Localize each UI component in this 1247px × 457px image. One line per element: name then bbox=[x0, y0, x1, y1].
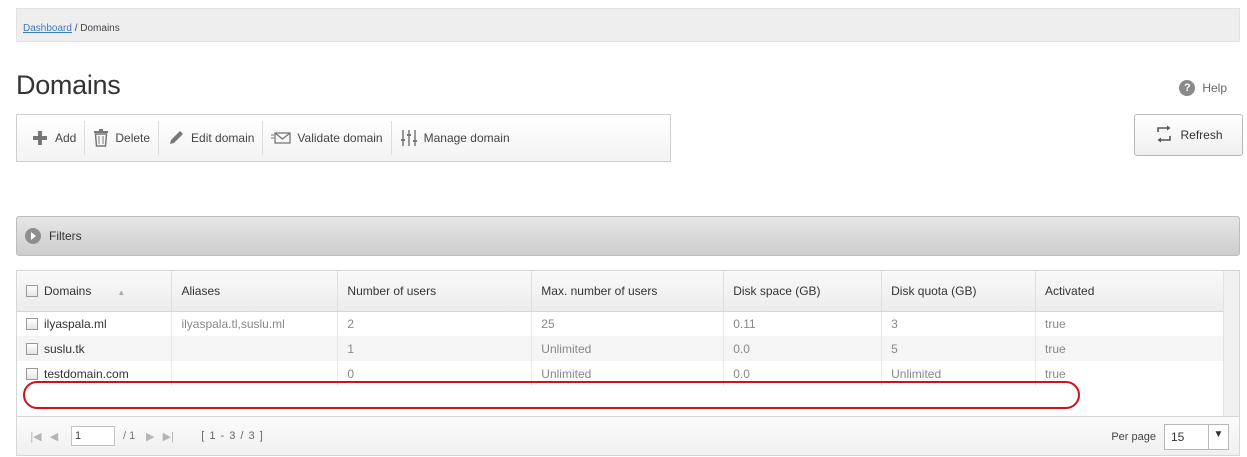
delete-button[interactable]: Delete bbox=[85, 121, 160, 155]
cell-disk-space: 0.0 bbox=[723, 336, 883, 361]
row-highlight-annotation bbox=[23, 381, 1080, 409]
cell-number-of-users: 1 bbox=[337, 336, 533, 361]
manage-domain-button[interactable]: Manage domain bbox=[392, 121, 518, 155]
filters-panel-toggle[interactable]: Filters bbox=[16, 216, 1240, 256]
edit-domain-label: Edit domain bbox=[191, 131, 255, 145]
per-page-select[interactable]: 15 ▼ bbox=[1164, 424, 1229, 450]
pagination-bar: |◀ ◀ 1 / 1 ▶ ▶| [ 1 - 3 / 3 ] Per page 1… bbox=[16, 416, 1240, 456]
validate-domain-button[interactable]: Validate domain bbox=[263, 121, 392, 155]
page-title: Domains bbox=[16, 70, 121, 100]
pencil-icon bbox=[167, 129, 185, 147]
cell-disk-quota: 3 bbox=[881, 311, 1037, 336]
cell-activated: true bbox=[1035, 311, 1224, 336]
cell-domain: ilyaspala.ml bbox=[17, 311, 173, 336]
next-page-icon[interactable]: ▶ bbox=[141, 430, 159, 443]
cell-disk-quota: 5 bbox=[881, 336, 1037, 361]
select-all-checkbox[interactable] bbox=[26, 284, 38, 297]
cell-max-users: 25 bbox=[531, 311, 725, 336]
column-header-aliases[interactable]: Aliases bbox=[171, 271, 339, 312]
help-link[interactable]: ? Help bbox=[1179, 80, 1227, 96]
filters-label: Filters bbox=[49, 229, 82, 243]
per-page-value: 15 bbox=[1171, 430, 1185, 444]
per-page-control: Per page 15 ▼ bbox=[1111, 424, 1229, 450]
previous-page-icon[interactable]: ◀ bbox=[45, 430, 63, 443]
column-header-disk-space[interactable]: Disk space (GB) bbox=[723, 271, 883, 312]
row-checkbox[interactable] bbox=[26, 367, 38, 380]
plus-icon bbox=[31, 129, 49, 147]
cell-aliases: ilyaspala.tl,suslu.ml bbox=[171, 311, 339, 336]
edit-domain-button[interactable]: Edit domain bbox=[159, 121, 264, 155]
trash-icon bbox=[93, 129, 109, 147]
breadcrumb-separator: / bbox=[71, 23, 81, 34]
validate-domain-label: Validate domain bbox=[297, 131, 383, 145]
breadcrumb-dashboard-link[interactable]: Dashboard bbox=[23, 23, 72, 34]
cell-aliases bbox=[171, 336, 339, 361]
envelope-check-icon bbox=[271, 130, 292, 146]
delete-label: Delete bbox=[115, 131, 151, 145]
column-header-max-number-of-users[interactable]: Max. number of users bbox=[531, 271, 725, 312]
page-number-input[interactable]: 1 bbox=[71, 426, 115, 446]
cell-domain: suslu.tk bbox=[17, 336, 173, 361]
question-circle-icon: ? bbox=[1179, 80, 1196, 96]
row-checkbox[interactable] bbox=[26, 317, 38, 330]
domains-table: Domains ▲ Aliases Number of users Max. nu… bbox=[17, 271, 1224, 386]
record-range: [ 1 - 3 / 3 ] bbox=[201, 430, 264, 442]
refresh-icon bbox=[1154, 125, 1174, 146]
chevron-down-icon[interactable]: ▼ bbox=[1208, 425, 1228, 449]
sort-up-icon: ▲ bbox=[117, 287, 126, 297]
toolbar: Add Delete Edit domain Validate domain M… bbox=[16, 114, 671, 162]
column-header-activated[interactable]: Activated bbox=[1035, 271, 1224, 312]
breadcrumb: Dashboard / Domains bbox=[16, 8, 1240, 42]
manage-domain-label: Manage domain bbox=[423, 131, 510, 145]
column-header-domains[interactable]: Domains ▲ bbox=[17, 271, 173, 312]
table-header-row: Domains ▲ Aliases Number of users Max. nu… bbox=[17, 271, 1224, 312]
refresh-button[interactable]: Refresh bbox=[1134, 114, 1243, 156]
add-button[interactable]: Add bbox=[23, 121, 86, 155]
add-label: Add bbox=[55, 131, 77, 145]
first-page-icon[interactable]: |◀ bbox=[27, 430, 45, 443]
last-page-icon[interactable]: ▶| bbox=[159, 430, 177, 443]
refresh-label: Refresh bbox=[1180, 128, 1223, 142]
sliders-icon bbox=[400, 129, 418, 147]
cell-activated: true bbox=[1035, 336, 1224, 361]
table-row[interactable]: ilyaspala.ml ilyaspala.tl,suslu.ml 2 25 … bbox=[17, 311, 1224, 336]
cell-max-users: Unlimited bbox=[531, 336, 725, 361]
vertical-scrollbar[interactable] bbox=[1223, 271, 1239, 418]
column-header-number-of-users[interactable]: Number of users bbox=[337, 271, 533, 312]
per-page-label: Per page bbox=[1111, 431, 1156, 443]
table-row[interactable]: suslu.tk 1 Unlimited 0.0 5 true bbox=[17, 336, 1224, 361]
cell-number-of-users: 2 bbox=[337, 311, 533, 336]
help-label: Help bbox=[1202, 81, 1227, 95]
row-checkbox[interactable] bbox=[26, 342, 38, 355]
expand-arrow-icon bbox=[25, 228, 41, 244]
column-header-disk-quota[interactable]: Disk quota (GB) bbox=[881, 271, 1037, 312]
breadcrumb-current: Domains bbox=[80, 23, 120, 34]
cell-disk-space: 0.11 bbox=[723, 311, 883, 336]
page-total: / 1 bbox=[123, 430, 136, 442]
